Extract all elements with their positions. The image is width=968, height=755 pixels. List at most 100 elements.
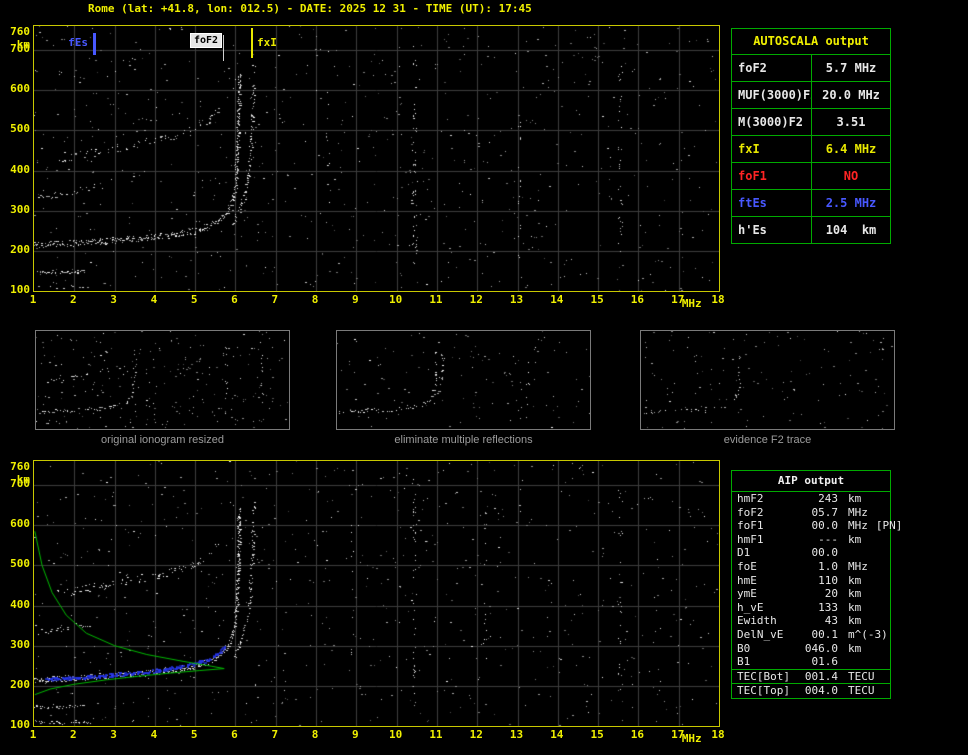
autoscala-row-label: M(3000)F2 [732, 109, 812, 135]
x-axis-tick: 3 [110, 293, 117, 306]
autoscala-row-label: h'Es [732, 217, 812, 243]
marker-fes-line [93, 33, 96, 55]
aip-row-name: hmF1 [737, 532, 764, 546]
x-axis-tick: 15 [590, 728, 604, 741]
thumb-original-ionogram [35, 330, 290, 430]
y-axis-tick: 200 [10, 677, 30, 691]
thumb2-caption: eliminate multiple reflections [394, 434, 533, 446]
ionogram-bottom-canvas [34, 461, 719, 726]
aip-row-unit: m^(-3) [848, 627, 888, 641]
x-axis-tick: 2 [69, 728, 77, 741]
aip-row-value: 01.6 [811, 655, 839, 669]
x-axis-tick: 3 [110, 728, 117, 741]
aip-row-name: hmE [737, 573, 757, 587]
thumb-evidence-f2-trace-canvas [641, 331, 894, 429]
aip-row-name: foF2 [737, 505, 764, 519]
x-axis-tick: 1 [29, 293, 37, 306]
autoscala-row-value: 5.7 MHz [825, 61, 877, 75]
x-axis-tick: 14 [550, 728, 564, 741]
aip-row-unit: km [848, 532, 862, 546]
x-axis-tick: 18 [711, 728, 725, 741]
aip-row-hme: hmE 110 km [732, 574, 890, 588]
autoscala-row-label: MUF(3000)F2 [732, 82, 812, 108]
autoscala-row-m3000f2: M(3000)F2 3.51 [732, 108, 890, 135]
aip-row-value: 004.0 [804, 684, 838, 698]
x-axis-tick: 1 [29, 728, 37, 741]
marker-fes-label: fEs [68, 36, 88, 49]
thumb-evidence-f2-trace [640, 330, 895, 430]
aip-row-unit: km [848, 587, 862, 601]
aip-row-value: 1.0 [818, 559, 838, 573]
marker-fxi-line [251, 28, 253, 58]
aip-output-title: AIP output [732, 471, 890, 492]
thumb-original-ionogram-canvas [36, 331, 289, 429]
y-axis-tick: 760 [10, 460, 30, 473]
autoscala-row-value: 20.0 MHz [822, 88, 880, 102]
y-axis-tick: 700 [10, 477, 30, 491]
x-axis-tick: 9 [352, 728, 359, 741]
aip-row-name: ymE [737, 587, 757, 601]
autoscala-output-title: AUTOSCALA output [732, 29, 890, 55]
aip-row-unit [838, 655, 890, 669]
aip-row-name: Ewidth [737, 614, 777, 628]
y-axis-tick: 500 [10, 122, 30, 136]
aip-row-tecbot: TEC[Bot] 001.4 TECU [732, 668, 890, 684]
aip-row-name: DelN_vE [737, 627, 784, 641]
ionogram-top-plot: fEs foF2 fxI [33, 25, 720, 292]
autoscala-row-value: 104 km [825, 223, 877, 237]
aip-row-unit: km [848, 641, 862, 655]
x-axis-tick: 10 [389, 293, 403, 306]
aip-row-value: 046.0 [804, 641, 838, 655]
aip-row-name: foE [737, 559, 757, 573]
aip-output-rows: hmF2 243 km foF2 05.7 MHz foF1 00.0 MHz [PN] hmF1-… [732, 492, 902, 698]
x-axis-tick: 9 [352, 293, 359, 306]
aip-row-tectop: TEC[Top] 004.0 TECU [732, 683, 890, 698]
thumb-eliminate-reflections [336, 330, 591, 430]
x-axis-tick: 10 [389, 728, 403, 741]
x-axis-tick: 15 [590, 293, 604, 306]
autoscala-row-muf3000f2: MUF(3000)F2 20.0 MHz [732, 81, 890, 108]
autoscala-row-fof2: foF2 5.7 MHz [732, 55, 890, 81]
x-axis-tick: 8 [311, 293, 319, 306]
aip-row-value: 43 [824, 614, 838, 628]
aip-row-fof1: foF1 00.0 MHz [PN] [732, 519, 902, 533]
aip-row-b0: B0 046.0 km [732, 642, 890, 656]
marker-fof2-label: foF2 [190, 33, 223, 48]
x-axis-tick: 6 [231, 728, 238, 741]
aip-row-unit: km [848, 614, 862, 628]
x-axis-tick: 11 [429, 728, 443, 741]
x-axis-tick: 13 [509, 728, 524, 741]
thumb-eliminate-reflections-canvas [337, 331, 590, 429]
aip-row-hve: h_vE 133 km [732, 601, 890, 615]
autoscala-row-value: NO [843, 169, 859, 183]
x-axis-tick: 18 [711, 293, 725, 306]
ionogram-bottom-plot [33, 460, 720, 727]
y-axis-tick: 600 [10, 82, 30, 96]
autoscala-row-label: foF2 [732, 55, 812, 81]
y-axis-tick: 500 [10, 557, 30, 571]
aip-row-hmf2: hmF2 243 km [732, 492, 890, 506]
aip-row-ewidth: Ewidth 43 km [732, 614, 890, 628]
autoscala-window: Rome (lat: +41.8, lon: 012.5) - DATE: 20… [0, 0, 968, 755]
x-axis-tick: 13 [509, 293, 524, 306]
autoscala-row-fxi: fxI 6.4 MHz [732, 135, 890, 162]
x-axis-tick: 5 [190, 728, 198, 741]
x-axis-tick: 6 [231, 293, 238, 306]
aip-row-value: 001.4 [804, 669, 838, 683]
autoscala-row-value: 6.4 MHz [825, 142, 877, 156]
thumb3-caption: evidence F2 trace [723, 434, 812, 446]
autoscala-row-label: ftEs [732, 190, 812, 216]
autoscala-row-label: foF1 [732, 163, 812, 189]
x-axis-tick: 12 [469, 293, 483, 306]
aip-row-hmf1: hmF1 --- km [732, 533, 890, 547]
aip-row-name: B0 [737, 641, 751, 655]
aip-row-value: 00.0 [811, 519, 839, 533]
aip-row-b1: B1 01.6 [732, 655, 890, 669]
station-date-title: Rome (lat: +41.8, lon: 012.5) - DATE: 20… [88, 2, 532, 15]
x-axis-unit: MHz [681, 297, 702, 310]
y-axis-tick: 400 [10, 597, 30, 611]
aip-row-unit: TECU [848, 669, 875, 683]
x-axis-tick: 7 [271, 728, 279, 741]
marker-fxi-label: fxI [257, 36, 277, 49]
autoscala-output-table: AUTOSCALA output foF2 5.7 MHz MUF(3000)F2 2… [731, 28, 891, 244]
